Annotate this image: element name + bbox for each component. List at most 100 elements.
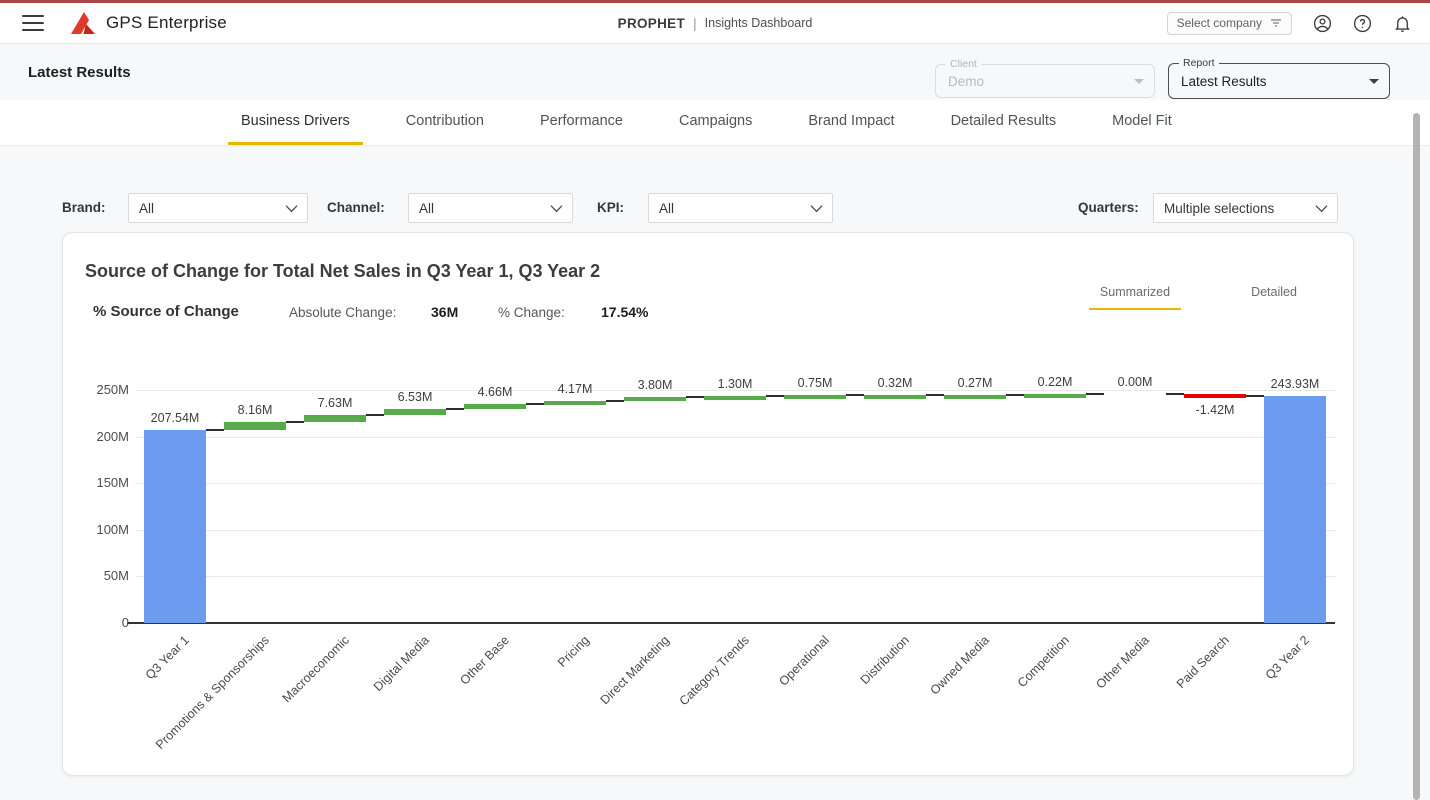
gridline <box>135 483 1335 484</box>
report-select-value: Latest Results <box>1181 74 1267 89</box>
bar-category-trends[interactable] <box>704 396 766 400</box>
scrollbar[interactable] <box>1412 100 1422 800</box>
tab-detailed-results[interactable]: Detailed Results <box>938 100 1070 145</box>
brand-logo <box>70 11 96 35</box>
bar-other-base[interactable] <box>464 404 526 408</box>
waterfall-connector <box>446 408 464 410</box>
filter-label-quarters: Quarters: <box>1078 200 1139 215</box>
bar-distribution[interactable] <box>864 395 926 399</box>
waterfall-connector <box>1246 395 1264 397</box>
x-label-paid-search: Paid Search <box>1174 633 1232 691</box>
app-title: PROPHET <box>618 16 685 31</box>
toggle-detailed[interactable]: Detailed <box>1243 285 1305 308</box>
toggle-summarized[interactable]: Summarized <box>1089 285 1181 310</box>
waterfall-connector <box>1166 393 1184 395</box>
x-label-q3-year-2: Q3 Year 2 <box>1263 633 1312 682</box>
tab-campaigns[interactable]: Campaigns <box>666 100 765 145</box>
tab-performance[interactable]: Performance <box>527 100 636 145</box>
data-label-q3-year-2: 243.93M <box>1230 377 1360 391</box>
tab-contribution[interactable]: Contribution <box>393 100 497 145</box>
bar-q3-year-1[interactable] <box>144 430 206 623</box>
app-subtitle: Insights Dashboard <box>705 16 813 30</box>
bar-direct-marketing[interactable] <box>624 397 686 401</box>
waterfall-connector <box>526 403 544 405</box>
account-icon[interactable] <box>1313 14 1332 33</box>
y-tick-label: 250M <box>69 381 129 399</box>
report-select[interactable]: Report Latest Results <box>1168 63 1390 99</box>
waterfall-connector <box>686 396 704 398</box>
bar-promotions-sponsorships[interactable] <box>224 422 286 430</box>
app-header: GPS Enterprise PROPHET | Insights Dashbo… <box>0 3 1430 44</box>
filter-value: Multiple selections <box>1164 201 1274 216</box>
scrollbar-thumb[interactable] <box>1413 113 1420 800</box>
bar-paid-search[interactable] <box>1184 394 1246 398</box>
percent-change-value: 17.54% <box>601 304 648 320</box>
data-label-other-media: 0.00M <box>1070 375 1200 389</box>
y-tick-label: 0 <box>69 614 129 632</box>
waterfall-connector <box>926 394 944 396</box>
waterfall-connector <box>366 414 384 416</box>
client-select: Client Demo <box>935 64 1155 98</box>
data-label-paid-search: -1.42M <box>1150 403 1280 417</box>
chart-title: Source of Change for Total Net Sales in … <box>85 261 600 282</box>
client-select-value: Demo <box>948 74 984 89</box>
x-label-distribution: Distribution <box>858 633 912 687</box>
chevron-down-icon <box>285 204 298 213</box>
filter-value: All <box>139 201 154 216</box>
filter-label-channel: Channel: <box>327 200 385 215</box>
bar-pricing[interactable] <box>544 401 606 405</box>
bar-operational[interactable] <box>784 395 846 399</box>
notifications-icon[interactable] <box>1393 14 1412 33</box>
tab-business-drivers[interactable]: Business Drivers <box>228 100 363 145</box>
client-select-label: Client <box>946 58 981 70</box>
x-label-q3-year-1: Q3 Year 1 <box>143 633 192 682</box>
tab-brand-impact[interactable]: Brand Impact <box>795 100 907 145</box>
x-label-direct-marketing: Direct Marketing <box>598 633 672 707</box>
gridline <box>135 576 1335 577</box>
help-icon[interactable] <box>1353 14 1372 33</box>
chevron-down-icon <box>1315 204 1328 213</box>
filter-value: All <box>419 201 434 216</box>
absolute-change-value: 36M <box>431 304 458 320</box>
x-axis-line <box>127 622 1335 624</box>
waterfall-connector <box>1006 394 1024 396</box>
x-label-other-base: Other Base <box>457 633 512 688</box>
tab-model-fit[interactable]: Model Fit <box>1099 100 1185 145</box>
x-label-macroeconomic: Macroeconomic <box>280 633 352 705</box>
y-tick-label: 200M <box>69 428 129 446</box>
y-tick-label: 150M <box>69 474 129 492</box>
waterfall-connector <box>846 394 864 396</box>
bar-owned-media[interactable] <box>944 395 1006 399</box>
chevron-down-icon <box>1134 79 1144 84</box>
chevron-down-icon <box>550 204 563 213</box>
x-label-competition: Competition <box>1015 633 1072 690</box>
waterfall-connector <box>286 421 304 423</box>
filter-select-quarters[interactable]: Multiple selections <box>1153 193 1338 223</box>
gridline <box>135 530 1335 531</box>
page-title: Latest Results <box>28 64 131 81</box>
brand-name: GPS Enterprise <box>106 13 227 33</box>
y-tick-label: 100M <box>69 521 129 539</box>
bar-q3-year-2[interactable] <box>1264 396 1326 623</box>
select-company-button[interactable]: Select company <box>1167 12 1292 35</box>
waterfall-chart: 050M100M150M200M250M207.54MQ3 Year 18.16… <box>135 373 1335 623</box>
percent-change-label: % Change: <box>498 305 565 320</box>
filter-select-channel[interactable]: All <box>408 193 573 223</box>
gridline <box>135 437 1335 438</box>
menu-icon[interactable] <box>22 15 44 31</box>
subheader: Latest Results Client Demo Report Latest… <box>0 44 1430 100</box>
filter-select-kpi[interactable]: All <box>648 193 833 223</box>
filter-select-brand[interactable]: All <box>128 193 308 223</box>
tab-bar: Business Drivers Contribution Performance C… <box>0 100 1430 146</box>
x-label-pricing: Pricing <box>555 633 592 670</box>
absolute-change-label: Absolute Change: <box>289 305 396 320</box>
bar-digital-media[interactable] <box>384 409 446 415</box>
chart-card: Source of Change for Total Net Sales in … <box>62 232 1354 776</box>
waterfall-connector <box>1086 393 1104 395</box>
bar-competition[interactable] <box>1024 394 1086 398</box>
report-select-label: Report <box>1179 57 1219 69</box>
chevron-down-icon <box>810 204 823 213</box>
bar-macroeconomic[interactable] <box>304 415 366 422</box>
filter-label-brand: Brand: <box>62 200 106 215</box>
filter-bar: Brand:AllChannel:AllKPI:AllQuarters:Mult… <box>0 146 1430 232</box>
